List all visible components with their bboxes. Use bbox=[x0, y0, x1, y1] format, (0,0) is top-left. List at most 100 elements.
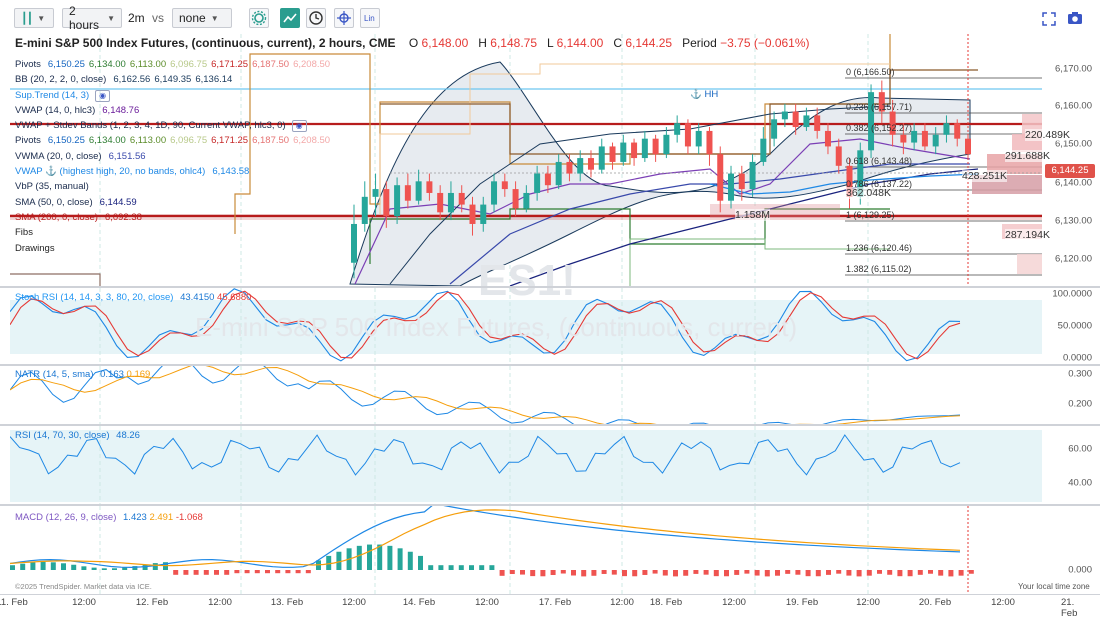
natr-pane: 0.300 0.200 NATR (14, 5, sma) 0.163 0.16… bbox=[0, 366, 1100, 424]
fullscreen-button[interactable] bbox=[1042, 12, 1056, 31]
macd-legend[interactable]: MACD (12, 26, 9, close) 1.423 2.491 -1.0… bbox=[15, 512, 203, 523]
candle-body bbox=[437, 192, 444, 213]
natr-plot[interactable] bbox=[10, 366, 1042, 424]
natr-label: NATR (14, 5, sma) bbox=[15, 369, 94, 380]
rsi-legend[interactable]: RSI (14, 70, 30, close) 48.26 bbox=[15, 430, 140, 441]
macd-histogram-bar bbox=[285, 570, 291, 574]
macd-histogram-bar bbox=[438, 565, 444, 570]
candle-body bbox=[383, 189, 390, 217]
crosshair-button[interactable] bbox=[334, 8, 354, 28]
macd-histogram-bar bbox=[611, 570, 617, 575]
stoch-legend[interactable]: Stoch RSI (14, 14, 3, 3, 80, 20, close) … bbox=[15, 292, 251, 303]
rsi-plot[interactable] bbox=[10, 426, 1042, 504]
period-value: −3.75 (−0.061%) bbox=[720, 36, 810, 50]
candle-body bbox=[684, 123, 691, 147]
macd-histogram-bar bbox=[448, 565, 454, 570]
fib-level-label[interactable]: 0.236 (6,157.71) bbox=[846, 102, 912, 112]
macd-histogram-bar bbox=[377, 544, 383, 570]
macd-histogram-bar bbox=[540, 570, 546, 577]
macd-histogram-bar bbox=[530, 570, 536, 577]
macd-histogram-bar bbox=[367, 544, 372, 570]
legend-indicator-name: VWAP (14, 0, hlc3) bbox=[15, 104, 96, 116]
fib-level-label[interactable]: 0.618 (6,143.48) bbox=[846, 156, 912, 166]
timezone-label[interactable]: Your local time zone bbox=[1018, 582, 1090, 591]
legend-row[interactable]: Drawings bbox=[15, 242, 330, 257]
log-lin-button[interactable]: Lin bbox=[360, 8, 380, 28]
settings-button[interactable] bbox=[249, 8, 269, 28]
macd-label: MACD (12, 26, 9, close) bbox=[15, 512, 117, 523]
fib-level-label[interactable]: 0 (6,166.50) bbox=[846, 67, 895, 77]
fib-level-label[interactable]: 1.236 (6,120.46) bbox=[846, 243, 912, 253]
macd-histogram-bar bbox=[703, 570, 709, 575]
natr-axis[interactable]: 0.300 0.200 bbox=[1042, 366, 1100, 424]
legend-row[interactable]: VWMA (20, 0, close) 6,151.56 bbox=[15, 150, 330, 165]
macd-histogram-bar bbox=[10, 565, 15, 570]
stoch-axis[interactable]: 100.0000 50.0000 0.0000 bbox=[1042, 288, 1100, 364]
natr-legend[interactable]: NATR (14, 5, sma) 0.163 0.169 bbox=[15, 369, 150, 380]
snapshot-button[interactable] bbox=[1067, 11, 1083, 31]
interval-dropdown[interactable]: 2 hours ▼ bbox=[62, 4, 122, 32]
stoch-d-value: 45.6880 bbox=[217, 292, 252, 303]
legend-row[interactable]: VWAP (14, 0, hlc3) 6,148.76 bbox=[15, 104, 330, 119]
gear-icon bbox=[251, 10, 267, 26]
fib-level-label[interactable]: 1.382 (6,115.02) bbox=[846, 264, 911, 274]
candle-body bbox=[620, 142, 627, 162]
interval-value: 2 hours bbox=[69, 4, 100, 32]
history-button[interactable] bbox=[306, 8, 326, 28]
macd-histogram-bar bbox=[418, 555, 423, 570]
vs-text: vs bbox=[152, 11, 164, 25]
legend-value: 6,134.00 bbox=[88, 59, 126, 70]
macd-histogram-bar bbox=[560, 570, 566, 574]
legend-row[interactable]: VWAP ⚓ (highest high, 20, no bands, ohlc… bbox=[15, 165, 330, 180]
macd-histogram-bar bbox=[734, 570, 740, 575]
candle-body bbox=[674, 123, 681, 135]
legend-row[interactable]: Fibs bbox=[15, 226, 330, 241]
legend-row[interactable]: SMA (50, 0, close) 6,144.59 bbox=[15, 196, 330, 211]
fib-level-label[interactable]: 1 (6,129.25) bbox=[846, 210, 895, 220]
price-axis[interactable]: 6,170.00 6,160.00 6,150.00 6,140.00 6,13… bbox=[1042, 34, 1100, 286]
legend-row[interactable]: VWAP + Stdev Bands (1, 2, 3, 4, 1D, 90, … bbox=[15, 119, 330, 134]
legend-row[interactable]: VbP (35, manual) bbox=[15, 180, 330, 195]
fib-level-label[interactable]: 0.382 (6,152.27) bbox=[846, 123, 912, 133]
eye-icon[interactable]: ◉ bbox=[95, 89, 111, 102]
macd-histogram-bar bbox=[622, 570, 627, 577]
candle-body bbox=[921, 130, 928, 147]
chart-type-dropdown[interactable]: ┃┃ ▼ bbox=[14, 8, 54, 28]
legend-value: 6,096.75 bbox=[170, 59, 208, 70]
period-label: Period bbox=[682, 36, 717, 50]
candle-body bbox=[792, 111, 799, 128]
macd-histogram-bar bbox=[407, 551, 413, 570]
legend-row[interactable]: Pivots 6,150.25 6,134.00 6,113.00 6,096.75 6,… bbox=[15, 58, 330, 73]
legend-row[interactable]: SMA (200, 0, close) 6,092.38 bbox=[15, 211, 330, 226]
macd-histogram-bar bbox=[744, 570, 750, 574]
stoch-rsi-pane: 100.0000 50.0000 0.0000 Stoch RSI (14, 1… bbox=[0, 288, 1100, 364]
macd-histogram-bar bbox=[428, 565, 434, 570]
legend-row[interactable]: Pivots 6,150.25 6,134.00 6,113.00 6,096.75 6,… bbox=[15, 134, 330, 149]
price-tick: 6,130.00 bbox=[1055, 215, 1092, 227]
sub-interval[interactable]: 2m bbox=[128, 8, 145, 28]
price-tick: 6,160.00 bbox=[1055, 100, 1092, 112]
legend-value: 6,150.25 bbox=[47, 59, 85, 70]
macd-histogram-bar bbox=[214, 570, 219, 575]
compare-dropdown[interactable]: none ▼ bbox=[172, 8, 232, 28]
clock-icon bbox=[309, 11, 323, 25]
eye-icon[interactable]: ◉ bbox=[291, 120, 307, 133]
candle-body bbox=[900, 134, 907, 143]
macd-histogram-bar bbox=[724, 570, 729, 577]
macd-histogram-bar bbox=[305, 570, 311, 574]
legend-row[interactable]: Sup.Trend (14, 3) ◉ bbox=[15, 89, 330, 104]
macd-axis[interactable]: 0.000 bbox=[1042, 506, 1100, 594]
legend-indicator-name: Drawings bbox=[15, 242, 55, 254]
chevron-down-icon: ▼ bbox=[210, 13, 219, 23]
camera-icon bbox=[1068, 12, 1082, 24]
macd-histogram-bar bbox=[20, 563, 26, 570]
legend-row[interactable]: BB (20, 2, 2, 0, close) 6,162.56 6,149.35 6… bbox=[15, 73, 330, 88]
rsi-axis[interactable]: 60.00 40.00 bbox=[1042, 426, 1100, 504]
legend-value: 6,113.00 bbox=[129, 135, 167, 147]
auto-trend-button[interactable] bbox=[280, 8, 300, 28]
natr-line bbox=[10, 366, 961, 424]
time-axis[interactable]: 11. Feb 12:00 12. Feb 12:00 13. Feb 12:00 14. … bbox=[0, 594, 1100, 619]
anchor-label[interactable]: ⚓ HH bbox=[690, 89, 718, 100]
candle-body bbox=[781, 111, 788, 120]
macd-histogram-bar bbox=[907, 570, 913, 577]
